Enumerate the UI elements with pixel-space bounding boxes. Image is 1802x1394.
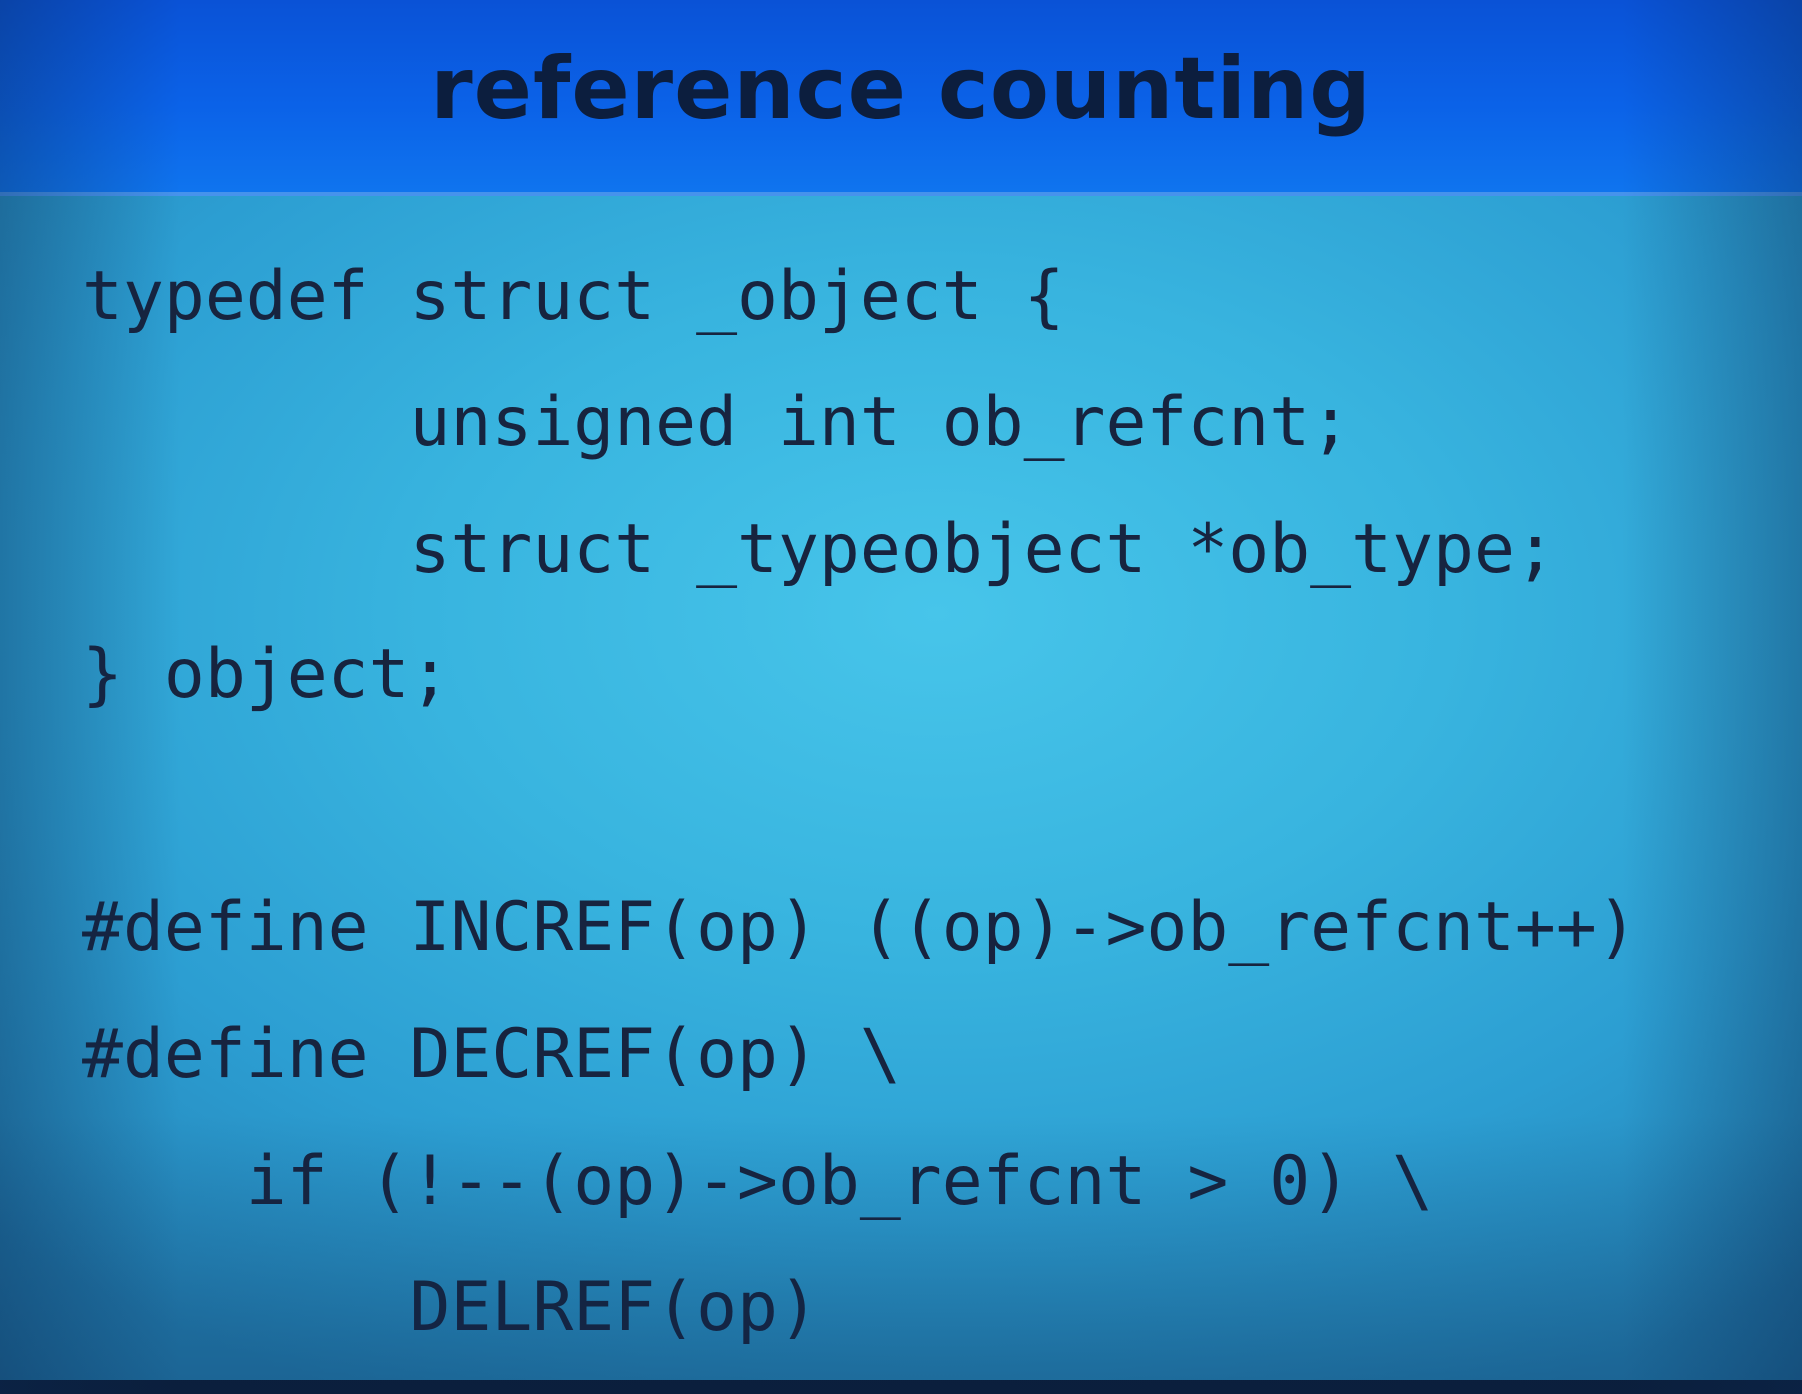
code-line-9: DELREF(op) <box>82 1268 819 1347</box>
code-line-3: struct _typeobject *ob_type; <box>82 510 1556 589</box>
code-block: typedef struct _object { unsigned int ob… <box>82 0 1762 1394</box>
slide: reference counting typedef struct _objec… <box>0 0 1802 1394</box>
code-line-7: #define DECREF(op) \ <box>82 1015 901 1094</box>
code-line-8: if (!--(op)->ob_refcnt > 0) \ <box>82 1142 1434 1221</box>
code-line-2: unsigned int ob_refcnt; <box>82 383 1352 462</box>
code-line-6: #define INCREF(op) ((op)->ob_refcnt++) <box>82 888 1638 967</box>
code-line-1: typedef struct _object { <box>82 257 1065 336</box>
screen-bottom-edge <box>0 1380 1802 1394</box>
code-line-4: } object; <box>82 635 451 714</box>
